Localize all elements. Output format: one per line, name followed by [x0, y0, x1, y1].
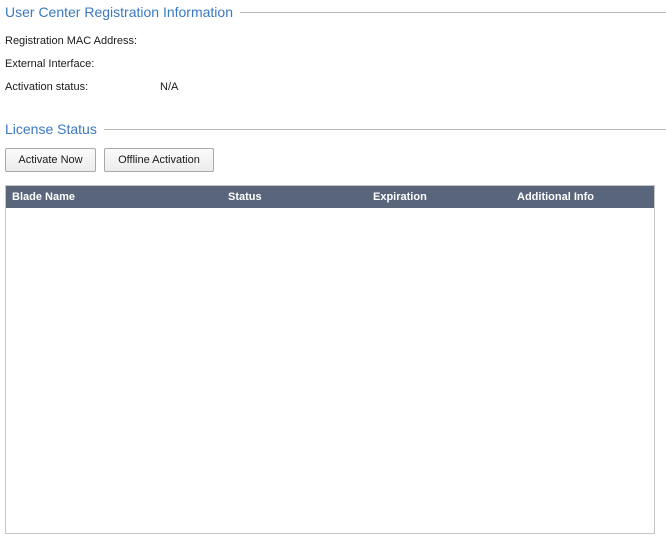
license-section-header: License Status [0, 119, 666, 139]
license-table-header: Blade Name Status Expiration Additional … [6, 186, 654, 208]
registration-section-title: User Center Registration Information [5, 4, 233, 20]
external-interface-label: External Interface: [5, 58, 95, 70]
column-header-status[interactable]: Status [228, 186, 262, 208]
column-header-expiration[interactable]: Expiration [373, 186, 427, 208]
section-divider [103, 128, 666, 130]
license-table[interactable]: Blade Name Status Expiration Additional … [5, 185, 655, 534]
offline-activation-button[interactable]: Offline Activation [104, 148, 214, 172]
mac-address-label: Registration MAC Address: [5, 35, 138, 47]
section-divider [240, 11, 666, 13]
column-header-blade-name[interactable]: Blade Name [12, 186, 75, 208]
column-header-additional-info[interactable]: Additional Info [517, 186, 594, 208]
activation-status-label: Activation status: [5, 81, 89, 93]
license-page: User Center Registration Information Reg… [0, 0, 666, 541]
license-section-title: License Status [5, 121, 97, 137]
registration-section-header: User Center Registration Information [0, 2, 666, 22]
activate-now-button[interactable]: Activate Now [5, 148, 96, 172]
activation-status-value: N/A [160, 81, 179, 93]
